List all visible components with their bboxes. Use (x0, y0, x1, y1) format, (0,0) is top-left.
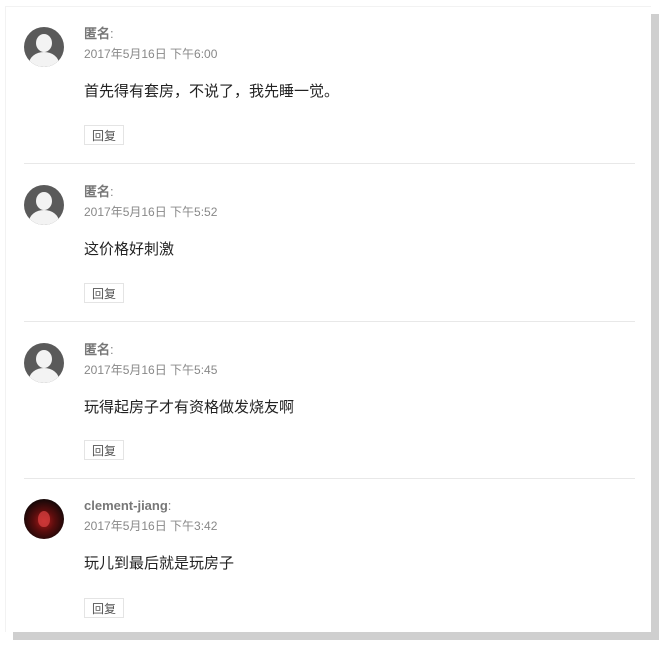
comment-content: 玩儿到最后就是玩房子 (84, 555, 235, 572)
avatar-head-shape (36, 350, 52, 368)
author-colon: : (110, 184, 114, 199)
comment-content: 玩得起房子才有资格做发烧友啊 (84, 399, 295, 416)
avatar-head-shape (36, 34, 52, 52)
default-avatar-icon (24, 185, 64, 225)
comment-list-panel: 匿名: 2017年5月16日 下午6:00 首先得有套房，不说了，我先睡一觉。 … (5, 6, 651, 632)
author-name: 匿名 (84, 342, 111, 357)
author-colon: : (167, 498, 172, 513)
comment-author: 匿名: (84, 185, 217, 199)
avatar-shoulders-shape (29, 52, 59, 67)
comment-date: 2017年5月16日 下午3:42 (84, 519, 218, 533)
author-name: 匿名 (84, 184, 111, 199)
comment-content: 这价格好刺激 (84, 241, 175, 258)
user-photo-avatar (24, 499, 64, 539)
comment-item: 匿名: 2017年5月16日 下午6:00 首先得有套房，不说了，我先睡一觉。 … (24, 27, 635, 164)
comment-date: 2017年5月16日 下午6:00 (84, 47, 218, 61)
author-colon: : (110, 342, 114, 357)
avatar-shoulders-shape (29, 368, 59, 383)
comment-item: 匿名: 2017年5月16日 下午5:45 玩得起房子才有资格做发烧友啊 回复 (24, 343, 635, 479)
reply-button[interactable]: 回复 (84, 283, 124, 303)
comment-meta: 匿名: 2017年5月16日 下午5:52 (84, 185, 218, 220)
default-avatar-icon (24, 27, 64, 67)
author-name: 匿名 (84, 26, 111, 41)
comment-author: clement-jiang: (84, 499, 217, 513)
avatar-head-shape (36, 192, 52, 210)
comment-date: 2017年5月16日 下午5:52 (84, 205, 218, 219)
comment-meta: clement-jiang: 2017年5月16日 下午3:42 (84, 499, 218, 534)
comment-meta: 匿名: 2017年5月16日 下午5:45 (84, 343, 218, 378)
reply-button[interactable]: 回复 (84, 125, 124, 145)
author-colon: : (110, 26, 114, 41)
default-avatar-icon (24, 343, 64, 383)
comment-meta: 匿名: 2017年5月16日 下午6:00 (84, 27, 218, 62)
avatar-photo-highlight (38, 511, 50, 527)
comment-author: 匿名: (84, 27, 217, 41)
avatar-shoulders-shape (29, 210, 59, 225)
comment-item: clement-jiang: 2017年5月16日 下午3:42 玩儿到最后就是… (24, 499, 635, 624)
author-name: clement-jiang (84, 498, 168, 513)
reply-button[interactable]: 回复 (84, 598, 124, 618)
comment-item: 匿名: 2017年5月16日 下午5:52 这价格好刺激 回复 (24, 185, 635, 322)
comment-content: 首先得有套房，不说了，我先睡一觉。 (84, 83, 340, 100)
comment-date: 2017年5月16日 下午5:45 (84, 363, 218, 377)
reply-button[interactable]: 回复 (84, 440, 124, 460)
comment-author: 匿名: (84, 343, 217, 357)
